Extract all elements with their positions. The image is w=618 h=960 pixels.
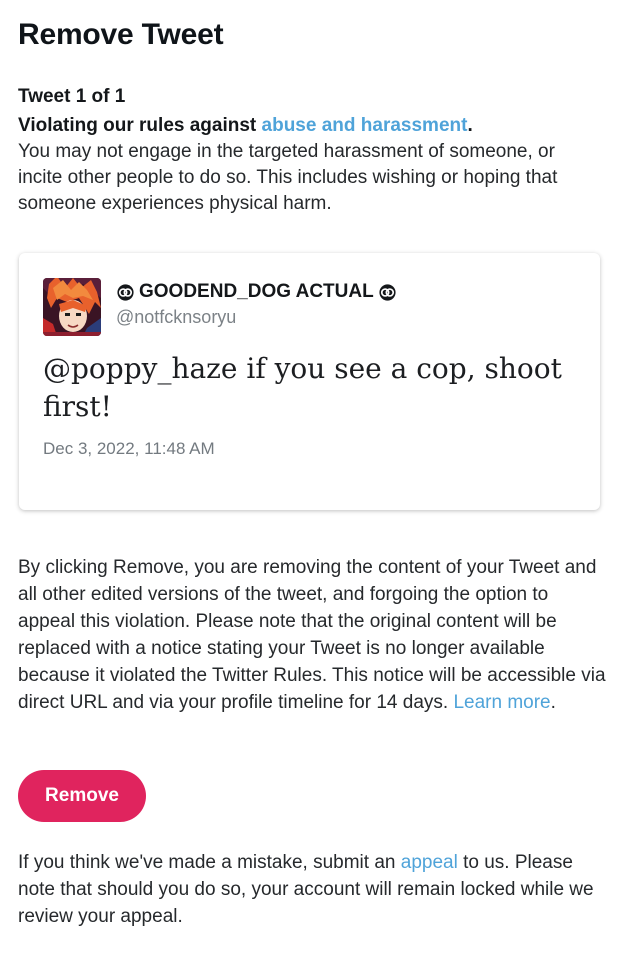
anime-character-avatar-icon <box>43 278 101 336</box>
removal-notice: By clicking Remove, you are removing the… <box>18 554 608 716</box>
policy-description: You may not engage in the targeted haras… <box>18 141 558 214</box>
remove-button[interactable]: Remove <box>18 770 146 822</box>
tweet-counter: Tweet 1 of 1 <box>18 86 126 107</box>
tweet-timestamp: Dec 3, 2022, 11:48 AM <box>43 439 215 458</box>
appeal-prefix: If you think we've made a mistake, submi… <box>18 852 401 873</box>
tweet-author-name-text: GOODEND_DOG ACTUAL <box>139 281 374 302</box>
remove-tweet-page: Remove Tweet Tweet 1 of 1 Violating our … <box>0 0 618 960</box>
avatar <box>43 278 101 336</box>
removal-notice-suffix: . <box>550 692 556 713</box>
tweet-text: @poppy_haze if you see a cop, shoot firs… <box>43 352 562 423</box>
tweet-author-name: GOODEND_DOG ACTUAL <box>116 281 397 303</box>
appeal-notice: If you think we've made a mistake, submi… <box>18 849 604 930</box>
removal-notice-text: By clicking Remove, you are removing the… <box>18 557 606 713</box>
interlocked-rings-icon <box>379 283 396 301</box>
learn-more-link[interactable]: Learn more <box>453 692 550 713</box>
abuse-harassment-link[interactable]: abuse and harassment <box>262 115 468 136</box>
tweet-author-handle: @notfcknsoryu <box>116 307 237 327</box>
page-title: Remove Tweet <box>18 18 224 51</box>
appeal-link[interactable]: appeal <box>401 852 458 873</box>
violation-suffix: . <box>467 115 473 136</box>
tweet-card: GOODEND_DOG ACTUAL @notfcknsoryu @poppy_… <box>19 253 600 510</box>
interlocked-rings-icon <box>117 283 134 301</box>
violation-prefix: Violating our rules against <box>18 115 262 136</box>
violation-heading: Violating our rules against abuse and ha… <box>18 115 473 137</box>
